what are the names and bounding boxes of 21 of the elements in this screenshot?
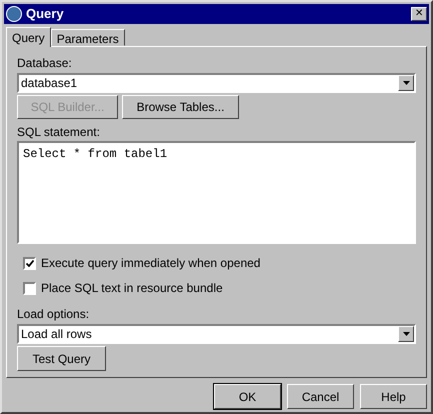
dialog-button[interactable]: Cancel	[287, 384, 354, 409]
field-label: Load options:	[17, 306, 90, 323]
checkmark-icon	[26, 260, 34, 266]
builder-button[interactable]: Browse Tables...	[122, 95, 239, 119]
tab[interactable]: Parameters	[50, 29, 125, 46]
checkbox-label: Execute query immediately when opened	[41, 255, 260, 272]
dialog-button[interactable]: Help	[360, 384, 427, 409]
dropdown[interactable]: database1	[17, 73, 416, 93]
checkbox[interactable]	[23, 282, 36, 294]
field-label: Database:	[17, 55, 73, 72]
tab[interactable]: Query	[6, 27, 51, 47]
dialog-button[interactable]: OK	[214, 384, 281, 409]
test-query-button[interactable]: Test Query	[17, 346, 106, 371]
window-title: Query	[26, 5, 65, 24]
app-icon	[6, 6, 22, 22]
checkbox[interactable]	[23, 256, 36, 270]
checkbox-label: Place SQL text in resource bundle	[41, 280, 223, 297]
sql-text-area[interactable]: Select * from tabel1	[17, 141, 416, 244]
dropdown[interactable]: Load all rows	[17, 324, 416, 344]
field-label: SQL statement:	[17, 124, 101, 141]
close-button[interactable]: ✕	[411, 7, 427, 21]
